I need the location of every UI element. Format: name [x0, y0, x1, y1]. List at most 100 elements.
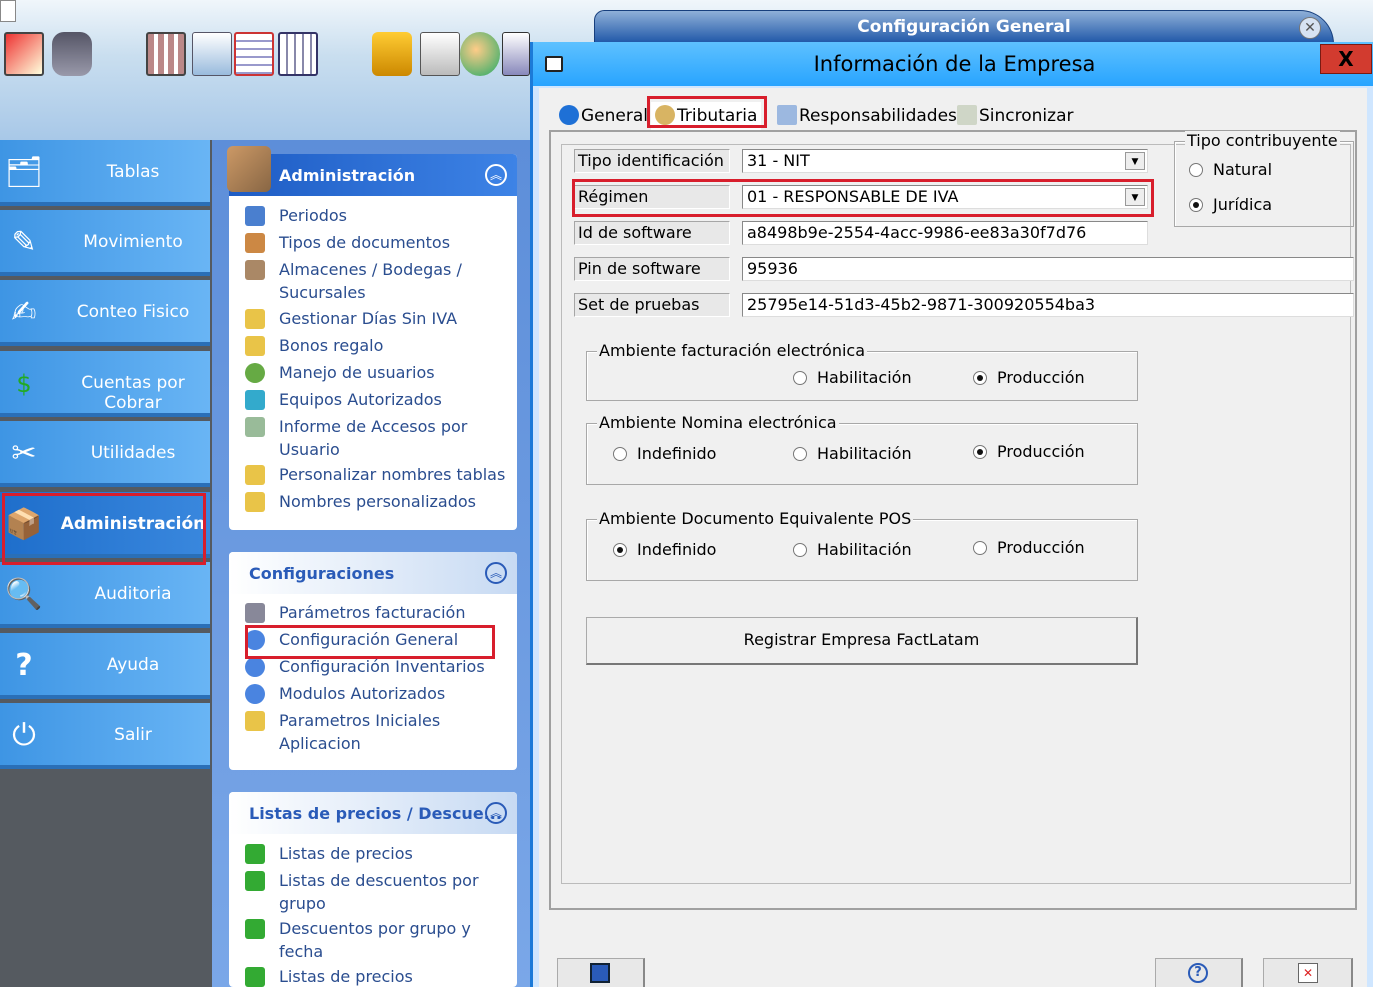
config-item-parametros-iniciales-2[interactable]: Aplicacion: [279, 732, 361, 755]
prices-item-listas-2[interactable]: Listas de precios: [279, 965, 413, 987]
dialog-title: Información de la Empresa: [813, 52, 1096, 76]
prices-item-descuentos-fecha[interactable]: Descuentos por grupo y: [279, 917, 471, 940]
toolbar-user-search-icon[interactable]: [460, 32, 500, 76]
admin-card-header[interactable]: Administración ︽: [229, 154, 517, 196]
group-title: Tipo contribuyente: [1185, 131, 1340, 150]
folder-icon: [245, 465, 265, 485]
nav-item-ayuda[interactable]: ? Ayuda: [0, 633, 210, 699]
toolbar-copy-icon[interactable]: [192, 32, 232, 76]
admin-item-bonos[interactable]: Bonos regalo: [279, 334, 383, 357]
gear-icon: [245, 657, 265, 677]
nav-item-conteo-fisico[interactable]: ✍ Conteo Fisico: [0, 280, 210, 346]
collapse-icon[interactable]: ︽: [485, 562, 507, 584]
help-button[interactable]: ?: [1155, 958, 1243, 987]
admin-item-informe-accesos-2[interactable]: Usuario: [279, 438, 340, 461]
admin-item-almacenes-2[interactable]: Sucursales: [279, 281, 366, 304]
ambiente-nomina-group: Ambiente Nomina electrónica Indefinido H…: [586, 413, 1138, 485]
toolbar-binoculars-icon[interactable]: [52, 32, 92, 76]
radio-pos-indefinido[interactable]: Indefinido: [613, 540, 716, 560]
tables-icon: 🗂: [4, 155, 44, 190]
admin-item-nombres[interactable]: Nombres personalizados: [279, 490, 476, 513]
folder-icon: [245, 492, 265, 512]
register-factlatam-button[interactable]: Registrar Empresa FactLatam: [586, 617, 1138, 665]
config-item-parametros-iniciales[interactable]: Parametros Iniciales: [279, 709, 440, 732]
prices-card-header[interactable]: Listas de precios / Descue... ︽: [229, 792, 517, 834]
radio-natural[interactable]: Natural: [1189, 160, 1272, 180]
tipo-identificacion-select[interactable]: 31 - NIT ▼: [742, 149, 1148, 173]
group-title: Ambiente facturación electrónica: [597, 341, 868, 360]
radio-pos-habilitacion[interactable]: Habilitación: [793, 540, 912, 560]
prices-item-descuentos-fecha-2[interactable]: fecha: [279, 940, 323, 963]
radio-circle: [973, 445, 987, 459]
radio-fe-produccion[interactable]: Producción: [973, 368, 1085, 388]
periods-icon: [245, 206, 265, 226]
admin-item-dias-sin-iva[interactable]: Gestionar Días Sin IVA: [279, 307, 457, 330]
radio-nomina-habilitacion[interactable]: Habilitación: [793, 444, 912, 464]
config-item-parametros[interactable]: Parámetros facturación: [279, 601, 465, 624]
id-software-label: Id de software: [574, 221, 730, 245]
toolbar-new-icon[interactable]: [4, 32, 44, 76]
admin-item-usuarios[interactable]: Manejo de usuarios: [279, 361, 435, 384]
highlight-administracion: [2, 493, 206, 565]
nav-label: Conteo Fisico: [76, 302, 190, 322]
tipo-identificacion-label: Tipo identificación: [574, 149, 730, 173]
collapse-icon[interactable]: ︽: [485, 164, 507, 186]
nav-item-salir[interactable]: ⏻ Salir: [0, 703, 210, 769]
count-icon: ✍: [11, 295, 37, 330]
prices-item-descuentos-grupo[interactable]: Listas de descuentos por: [279, 869, 479, 892]
radio-circle: [1189, 163, 1203, 177]
nav-label: Ayuda: [106, 655, 160, 675]
tab-general[interactable]: General: [555, 102, 652, 130]
toolbar-grid-icon[interactable]: [278, 32, 318, 76]
tab-sincronizar[interactable]: Sincronizar: [953, 102, 1077, 130]
toolbar-report-icon[interactable]: [420, 32, 460, 76]
admin-item-equipos[interactable]: Equipos Autorizados: [279, 388, 442, 411]
toolbar-calendar-icon[interactable]: [234, 32, 274, 76]
outer-close-icon[interactable]: ✕: [1299, 17, 1321, 39]
nav-item-tablas[interactable]: 🗂 Tablas: [0, 140, 210, 206]
nav-label: Auditoria: [94, 584, 172, 604]
radio-nomina-indefinido[interactable]: Indefinido: [613, 444, 716, 464]
nav-item-cuentas-por-cobrar[interactable]: $ Cuentas por Cobrar: [0, 351, 210, 417]
left-nav: 🗂 Tablas ✎ Movimiento ✍ Conteo Fisico $ Cuen…: [0, 140, 212, 987]
radio-pos-produccion[interactable]: Producción: [973, 538, 1085, 558]
radio-label: Producción: [997, 538, 1085, 557]
admin-item-informe-accesos[interactable]: Informe de Accesos por: [279, 415, 467, 438]
id-software-field[interactable]: a8498b9e-2554-4acc-9986-ee83a30f7d76: [742, 221, 1148, 245]
price-list-icon: [245, 967, 265, 987]
admin-item-almacenes[interactable]: Almacenes / Bodegas /: [279, 258, 462, 281]
prices-card: Listas de precios / Descue... ︽ Listas d…: [229, 792, 517, 987]
collapse-icon[interactable]: ︽: [485, 802, 507, 824]
radio-nomina-produccion[interactable]: Producción: [973, 442, 1085, 462]
close-button[interactable]: X: [1320, 44, 1372, 74]
gear-icon: [245, 684, 265, 704]
chevron-down-icon[interactable]: ▼: [1125, 152, 1145, 170]
radio-circle: [613, 447, 627, 461]
toolbar-window-icon[interactable]: [502, 32, 530, 76]
tab-responsabilidades[interactable]: Responsabilidades: [773, 102, 961, 130]
toolbar-printer-icon[interactable]: [372, 32, 412, 76]
admin-card-title: Administración: [279, 166, 416, 185]
admin-item-personalizar[interactable]: Personalizar nombres tablas: [279, 463, 505, 486]
save-button[interactable]: [557, 958, 645, 987]
tab-label: Sincronizar: [979, 106, 1074, 126]
dialog-titlebar: Información de la Empresa X: [533, 42, 1373, 86]
pin-software-field[interactable]: 95936: [742, 257, 1354, 281]
group-title: Ambiente Documento Equivalente POS: [597, 509, 914, 528]
exit-button[interactable]: ✕: [1263, 958, 1353, 987]
nav-item-utilidades[interactable]: ✂ Utilidades: [0, 421, 210, 487]
nav-item-movimiento[interactable]: ✎ Movimiento: [0, 210, 210, 276]
set-pruebas-field[interactable]: 25795e14-51d3-45b2-9871-300920554ba3: [742, 293, 1354, 317]
admin-item-periodos[interactable]: Periodos: [279, 204, 347, 227]
config-item-modulos[interactable]: Modulos Autorizados: [279, 682, 445, 705]
highlight-configuracion-general: [245, 625, 495, 659]
config-card-header[interactable]: Configuraciones ︽: [229, 552, 517, 594]
admin-item-tipos-documentos[interactable]: Tipos de documentos: [279, 231, 450, 254]
toolbar-ledger-icon[interactable]: [146, 32, 186, 76]
radio-fe-habilitacion[interactable]: Habilitación: [793, 368, 912, 388]
nav-item-auditoria[interactable]: 🔍 Auditoria: [0, 562, 210, 628]
prices-item-descuentos-grupo-2[interactable]: grupo: [279, 892, 326, 915]
movement-icon: ✎: [11, 225, 37, 260]
prices-item-listas[interactable]: Listas de precios: [279, 842, 413, 865]
radio-juridica[interactable]: Jurídica: [1189, 195, 1272, 215]
